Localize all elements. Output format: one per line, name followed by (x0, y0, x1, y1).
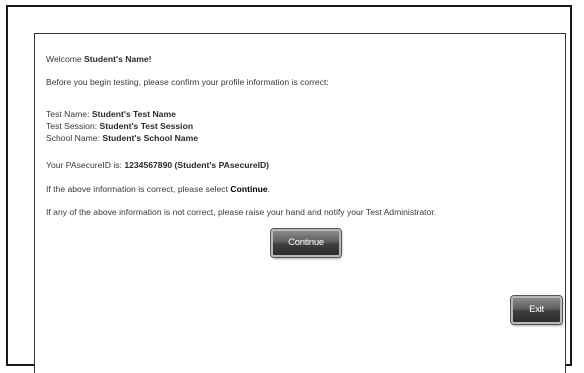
secure-id-label: Your PAsecureID is: (46, 160, 125, 170)
welcome-prefix: Welcome (46, 54, 85, 64)
secure-id-row: Your PAsecureID is: 1234567890 (Student'… (46, 160, 269, 171)
school-name-value: Student's School Name (102, 133, 199, 143)
test-session-value: Student's Test Session (99, 121, 194, 131)
test-name-label: Test Name: (46, 109, 92, 119)
test-session-label: Test Session: (46, 121, 100, 131)
confirm-prefix: If the above information is correct, ple… (46, 184, 231, 194)
outer-frame: Welcome Student's Name! Before you begin… (6, 5, 572, 373)
confirm-action: Continue (230, 184, 268, 194)
student-name: Student's Name! (84, 54, 152, 64)
exit-button[interactable]: Exit (511, 296, 562, 324)
welcome-message: Welcome Student's Name! (46, 54, 152, 65)
confirm-suffix: . (267, 184, 271, 194)
intro-text: Before you begin testing, please confirm… (46, 77, 329, 87)
continue-button[interactable]: Continue (271, 229, 341, 257)
notify-instruction: If any of the above information is not c… (46, 207, 437, 217)
confirm-instruction: If the above information is correct, ple… (46, 184, 270, 195)
test-name-value: Student's Test Name (91, 109, 176, 119)
school-name-label: School Name: (46, 133, 103, 143)
test-name-row: Test Name: Student's Test Name (46, 109, 176, 120)
profile-confirmation-panel: Welcome Student's Name! Before you begin… (34, 33, 566, 373)
school-name-row: School Name: Student's School Name (46, 133, 198, 144)
test-session-row: Test Session: Student's Test Session (46, 121, 193, 132)
secure-id-value: 1234567890 (Student's PAsecureID) (124, 160, 270, 170)
